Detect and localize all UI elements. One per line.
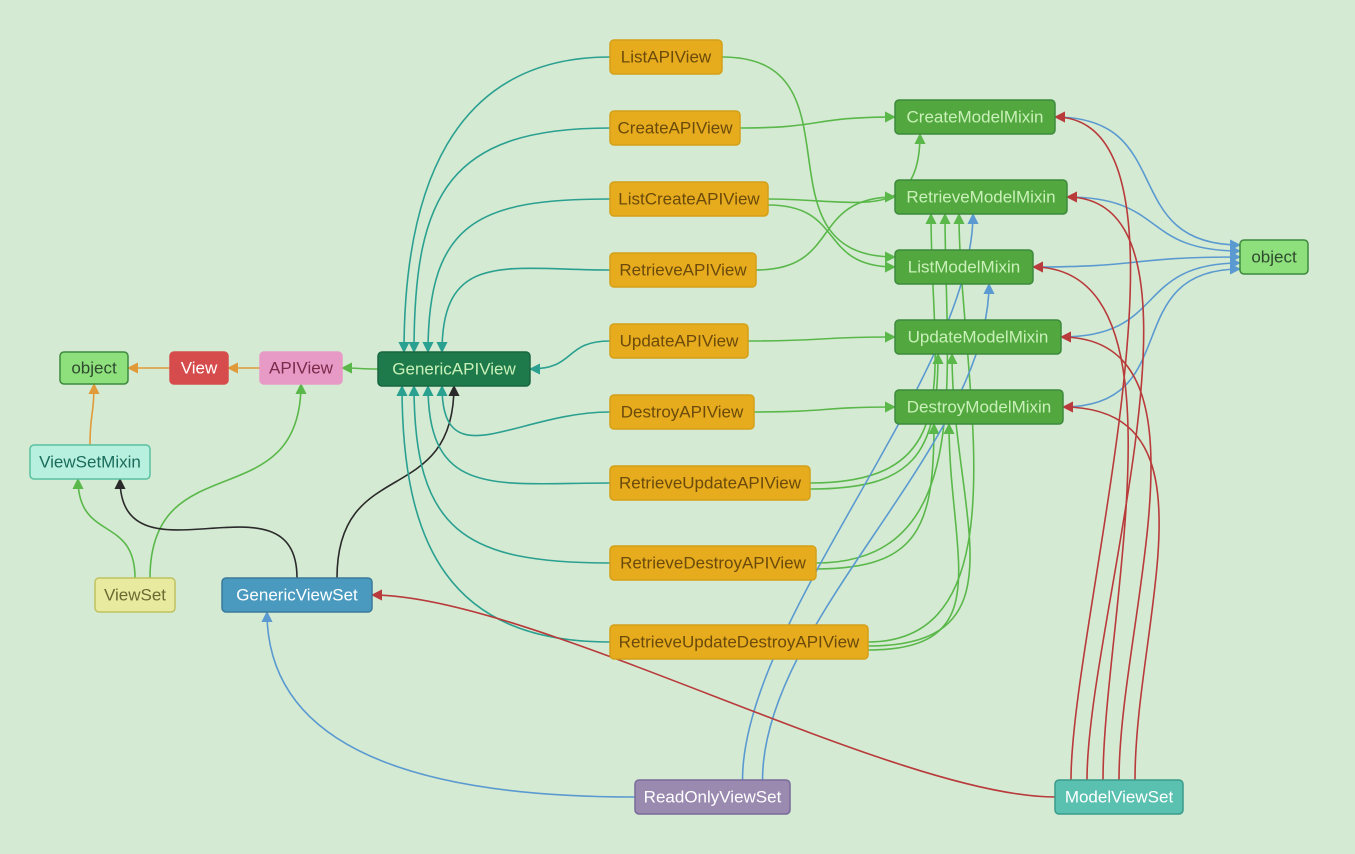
node-label: UpdateAPIView bbox=[620, 331, 739, 350]
edge-retrievedestroyapiview-to-genericapiview bbox=[414, 386, 610, 563]
node-viewsetmixin[interactable]: ViewSetMixin bbox=[30, 445, 150, 479]
node-label: ListModelMixin bbox=[908, 257, 1020, 276]
nodes-layer: object View APIView GenericAPIView ViewSetMi… bbox=[30, 40, 1308, 814]
edge-viewset-to-viewsetmixin bbox=[78, 479, 135, 578]
node-genericapiview[interactable]: GenericAPIView bbox=[378, 352, 530, 386]
node-label: RetrieveUpdateAPIView bbox=[619, 473, 802, 492]
edge-listcreateapiview-to-listmodelmixin bbox=[768, 205, 895, 267]
node-apiview[interactable]: APIView bbox=[260, 352, 342, 384]
node-label: object bbox=[71, 358, 117, 377]
node-object_right[interactable]: object bbox=[1240, 240, 1308, 274]
edge-genericviewset-to-genericapiview bbox=[337, 386, 454, 578]
edge-readonlyviewset-to-genericviewset bbox=[267, 612, 635, 797]
node-retrievedestroyapiview[interactable]: RetrieveDestroyAPIView bbox=[610, 546, 816, 580]
node-label: ViewSetMixin bbox=[39, 452, 141, 471]
node-retrievemodelmixin[interactable]: RetrieveModelMixin bbox=[895, 180, 1067, 214]
node-readonlyviewset[interactable]: ReadOnlyViewSet bbox=[635, 780, 790, 814]
node-label: ModelViewSet bbox=[1065, 787, 1174, 806]
class-hierarchy-diagram: object View APIView GenericAPIView ViewSetMi… bbox=[0, 0, 1355, 854]
node-label: DestroyModelMixin bbox=[907, 397, 1052, 416]
edge-readonlyviewset-to-listmodelmixin bbox=[763, 284, 990, 780]
node-label: RetrieveModelMixin bbox=[906, 187, 1055, 206]
edge-viewset-to-apiview bbox=[150, 384, 301, 578]
edge-updateapiview-to-updatemodelmixin bbox=[748, 337, 895, 341]
node-label: ViewSet bbox=[104, 585, 166, 604]
edge-retrieveupdateapiview-to-genericapiview bbox=[428, 386, 610, 484]
node-label: ListCreateAPIView bbox=[618, 189, 760, 208]
node-label: ReadOnlyViewSet bbox=[644, 787, 782, 806]
edge-retrieveapiview-to-retrievemodelmixin bbox=[756, 197, 895, 270]
node-label: RetrieveUpdateDestroyAPIView bbox=[619, 632, 860, 651]
node-retrieveapiview[interactable]: RetrieveAPIView bbox=[610, 253, 756, 287]
node-retrieveupdateapiview[interactable]: RetrieveUpdateAPIView bbox=[610, 466, 810, 500]
node-label: RetrieveDestroyAPIView bbox=[620, 553, 807, 572]
node-listapiview[interactable]: ListAPIView bbox=[610, 40, 722, 74]
edge-retrieveapiview-to-genericapiview bbox=[442, 268, 610, 352]
edge-destroyapiview-to-destroymodelmixin bbox=[754, 407, 895, 412]
edge-listcreateapiview-to-genericapiview bbox=[428, 199, 610, 352]
edge-updatemodelmixin-to-object_right bbox=[1061, 263, 1240, 337]
node-label: UpdateModelMixin bbox=[908, 327, 1049, 346]
node-listcreateapiview[interactable]: ListCreateAPIView bbox=[610, 182, 768, 216]
node-retrieveupdatedestroyapiview[interactable]: RetrieveUpdateDestroyAPIView bbox=[610, 625, 868, 659]
node-label: RetrieveAPIView bbox=[619, 260, 747, 279]
edge-genericviewset-to-viewsetmixin bbox=[120, 479, 297, 578]
edge-listapiview-to-genericapiview bbox=[404, 57, 610, 352]
node-updatemodelmixin[interactable]: UpdateModelMixin bbox=[895, 320, 1061, 354]
node-destroymodelmixin[interactable]: DestroyModelMixin bbox=[895, 390, 1063, 424]
node-modelviewset[interactable]: ModelViewSet bbox=[1055, 780, 1183, 814]
edge-listapiview-to-listmodelmixin bbox=[722, 57, 895, 257]
node-destroyapiview[interactable]: DestroyAPIView bbox=[610, 395, 754, 429]
node-label: View bbox=[181, 358, 218, 377]
node-object_left[interactable]: object bbox=[60, 352, 128, 384]
node-label: object bbox=[1251, 247, 1297, 266]
node-listmodelmixin[interactable]: ListModelMixin bbox=[895, 250, 1033, 284]
node-createapiview[interactable]: CreateAPIView bbox=[610, 111, 740, 145]
edge-destroyapiview-to-genericapiview bbox=[442, 386, 610, 436]
node-label: APIView bbox=[269, 358, 334, 377]
edge-updateapiview-to-genericapiview bbox=[530, 341, 610, 369]
edge-retrievedestroyapiview-to-destroymodelmixin bbox=[816, 424, 934, 569]
node-label: GenericAPIView bbox=[392, 359, 516, 378]
node-updateapiview[interactable]: UpdateAPIView bbox=[610, 324, 748, 358]
node-viewset[interactable]: ViewSet bbox=[95, 578, 175, 612]
node-label: DestroyAPIView bbox=[621, 402, 744, 421]
edge-modelviewset-to-createmodelmixin bbox=[1055, 117, 1131, 780]
edge-createmodelmixin-to-object_right bbox=[1055, 117, 1240, 245]
node-view[interactable]: View bbox=[170, 352, 228, 384]
node-label: GenericViewSet bbox=[236, 585, 358, 604]
edge-retrieveupdatedestroyapiview-to-genericapiview bbox=[402, 386, 610, 642]
edge-createapiview-to-createmodelmixin bbox=[740, 117, 895, 128]
node-label: CreateAPIView bbox=[618, 118, 734, 137]
node-label: CreateModelMixin bbox=[907, 107, 1044, 126]
node-label: ListAPIView bbox=[621, 47, 712, 66]
node-genericviewset[interactable]: GenericViewSet bbox=[222, 578, 372, 612]
node-createmodelmixin[interactable]: CreateModelMixin bbox=[895, 100, 1055, 134]
edge-genericapiview-to-apiview bbox=[342, 368, 378, 369]
edge-createapiview-to-genericapiview bbox=[414, 128, 610, 352]
edge-viewsetmixin-to-object_left bbox=[90, 384, 94, 445]
